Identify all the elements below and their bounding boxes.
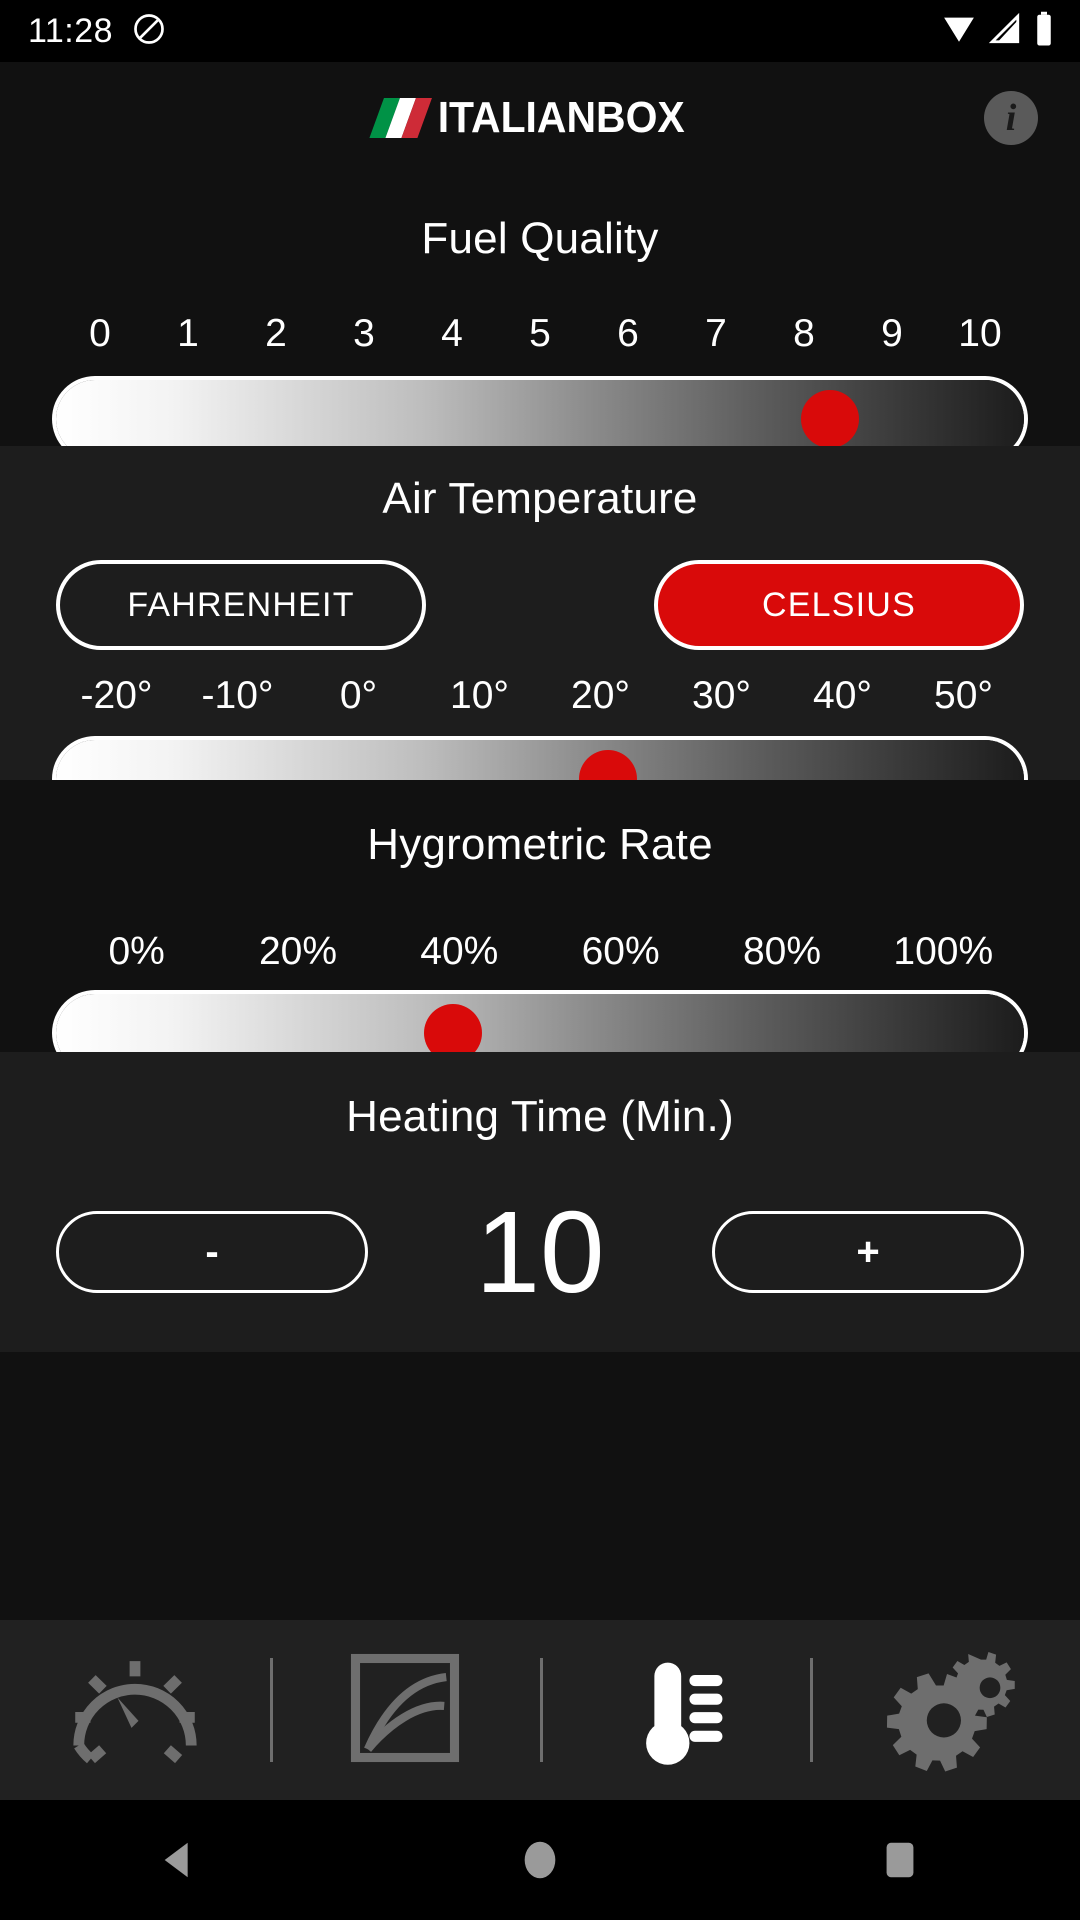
status-bar-notification-icons [131,11,167,52]
status-bar-clock: 11:28 [28,11,114,50]
recents-square-icon[interactable] [720,1837,1080,1883]
battery-icon [1034,11,1054,52]
temperature-unit-toggle: FAHRENHEIT CELSIUS [56,560,1024,650]
tick-label: 8 [793,312,815,355]
tick-label: 7 [705,312,727,355]
info-glyph: i [1005,97,1017,139]
tick-label: 100% [893,930,994,973]
tick-label: 0% [108,930,165,973]
brand-logo: ITALIANBOX [369,93,704,143]
heating-time-title: Heating Time (Min.) [346,1092,734,1141]
tick-label: 10 [958,312,1002,355]
bottom-tab-bar [0,1620,1080,1800]
celsius-button[interactable]: CELSIUS [654,560,1024,650]
wifi-icon [942,12,976,51]
tick-label: 40% [420,930,499,973]
cellular-signal-icon [988,12,1022,51]
tick-label: 6 [617,312,639,355]
do-not-disturb-icon [131,11,167,52]
home-circle-icon[interactable] [360,1837,720,1883]
brand-name: ITALIANBOX [437,93,685,142]
chart-icon [339,1642,471,1779]
tab-gauge[interactable] [0,1620,270,1800]
fuel-quality-ticks: 0 1 2 3 4 5 6 7 8 9 10 [56,312,1024,356]
tick-label: 50° [934,674,993,717]
tick-label: 5 [529,312,551,355]
tick-label: 3 [353,312,375,355]
fuel-quality-title: Fuel Quality [421,214,659,263]
tab-settings[interactable] [810,1620,1080,1800]
tick-label: -20° [80,674,153,717]
gears-icon [873,1636,1017,1785]
gauge-icon [60,1633,210,1788]
status-bar-system-icons [942,11,1054,52]
tick-label: 80% [742,930,821,973]
tick-label: 2 [265,312,287,355]
app-header: ITALIANBOX i [0,62,1080,172]
fahrenheit-button[interactable]: FAHRENHEIT [56,560,426,650]
tick-label: 0 [89,312,111,355]
heating-time-increment-button[interactable]: + [712,1211,1024,1293]
tick-label: 20° [571,674,630,717]
tick-label: 10° [450,674,509,717]
tick-label: 1 [177,312,199,355]
fuel-quality-section: Fuel Quality 0 1 2 3 4 5 6 7 8 9 10 [0,172,1080,458]
air-temperature-ticks: -20° -10° 0° 10° 20° 30° 40° 50° [56,674,1024,718]
tick-label: 4 [441,312,463,355]
tab-chart[interactable] [270,1620,540,1800]
android-navigation-bar [0,1800,1080,1920]
app-screen: 11:28 ITALIANBOX i Fuel Quality 0 1 2 3 … [0,0,1080,1920]
info-icon[interactable]: i [984,91,1038,145]
hygrometric-rate-title: Hygrometric Rate [367,820,713,869]
tick-label: -10° [201,674,274,717]
air-temperature-title: Air Temperature [382,474,698,523]
heating-time-section: Heating Time (Min.) - 10 + [0,1052,1080,1352]
tick-label: 60% [581,930,660,973]
heating-time-decrement-button[interactable]: - [56,1211,368,1293]
back-triangle-icon[interactable] [0,1837,360,1883]
thermometer-icon [609,1642,741,1779]
status-bar: 11:28 [0,0,1080,62]
main-content: Fuel Quality 0 1 2 3 4 5 6 7 8 9 10 Air … [0,172,1080,1620]
heating-time-value: 10 [475,1187,605,1317]
tick-label: 40° [813,674,872,717]
tick-label: 30° [692,674,751,717]
tick-label: 9 [881,312,903,355]
heating-time-stepper: - 10 + [56,1194,1024,1310]
fuel-quality-slider-thumb[interactable] [801,390,860,448]
tick-label: 0° [339,674,378,717]
italian-flag-icon [369,98,432,138]
tab-thermometer[interactable] [540,1620,810,1800]
hygrometric-rate-ticks: 0% 20% 40% 60% 80% 100% [56,930,1024,974]
content-bottom-filler [0,1352,1080,1620]
air-temperature-section: Air Temperature FAHRENHEIT CELSIUS -20° … [0,446,1080,818]
hygrometric-rate-section: Hygrometric Rate 0% 20% 40% 60% 80% 100% [0,780,1080,1072]
tick-label: 20% [258,930,338,973]
